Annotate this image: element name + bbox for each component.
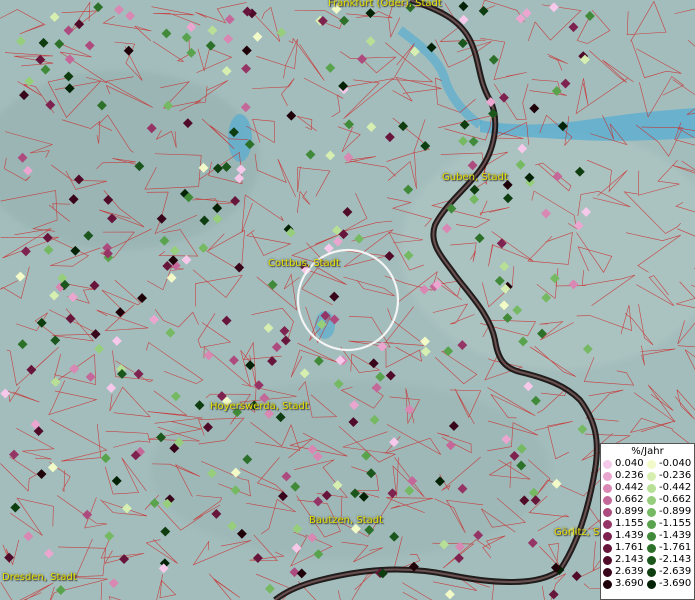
legend-swatch [647, 555, 656, 565]
legend-swatch [647, 471, 656, 481]
legend-value: -0.662 [659, 494, 692, 505]
city-label-frankfurt: Frankfurt (Oder), Stadt [328, 0, 442, 9]
legend-swatch [603, 507, 612, 517]
legend-row-negative: -1.439 [647, 530, 691, 542]
city-label-guben: Guben, Stadt [442, 172, 508, 183]
legend-value: 2.143 [615, 554, 644, 565]
legend-swatch [603, 483, 612, 493]
legend-row-negative: -0.236 [647, 470, 691, 482]
legend-value: 0.442 [615, 482, 644, 493]
legend-value: 1.439 [615, 530, 644, 541]
city-label-dresden: Dresden, Stadt [2, 572, 77, 583]
legend-value: 3.690 [615, 578, 644, 589]
legend-swatch [603, 543, 612, 553]
legend-row-positive: 1.155 [603, 518, 644, 530]
legend-row-negative: -2.639 [647, 566, 691, 578]
legend-value: -1.761 [659, 542, 692, 553]
legend-swatch [647, 507, 656, 517]
legend-swatch [647, 495, 656, 505]
legend-row-negative: -2.143 [647, 554, 691, 566]
city-label-bautzen: Bautzen, Stadt [309, 515, 384, 526]
map-canvas [0, 0, 695, 600]
legend-row-positive: 1.439 [603, 530, 644, 542]
legend-value: -1.155 [659, 518, 692, 529]
legend-value: 1.155 [615, 518, 644, 529]
legend-value: -0.040 [659, 458, 692, 469]
legend-swatch [603, 459, 612, 469]
legend-row-negative: -1.155 [647, 518, 691, 530]
lake-1 [228, 114, 252, 162]
legend-swatch [603, 579, 612, 589]
legend-swatch [603, 567, 612, 577]
legend-value: -0.236 [659, 470, 692, 481]
legend-row-positive: 1.761 [603, 542, 644, 554]
map-view[interactable]: Frankfurt (Oder), Stadt Guben, Stadt Cot… [0, 0, 695, 600]
legend-row-positive: 2.143 [603, 554, 644, 566]
legend-row-positive: 0.236 [603, 470, 644, 482]
legend-swatch [647, 579, 656, 589]
legend-negative-column: -0.040 -0.236 -0.442 -0.662 -0.899 -1.155 -1.4… [647, 458, 691, 590]
legend-swatch [647, 459, 656, 469]
legend: %/Jahr 0.040 0.236 0.442 0.662 0.899 1.155 1.4… [600, 443, 695, 600]
legend-value: 0.040 [615, 458, 644, 469]
legend-value: -2.143 [659, 554, 692, 565]
legend-row-positive: 0.442 [603, 482, 644, 494]
legend-row-negative: -0.662 [647, 494, 691, 506]
legend-title: %/Jahr [631, 446, 664, 457]
legend-swatch [603, 531, 612, 541]
legend-swatch [647, 567, 656, 577]
legend-row-positive: 2.639 [603, 566, 644, 578]
city-label-goerlitz: Görlitz, S [554, 527, 600, 538]
legend-swatch [647, 483, 656, 493]
legend-value: 1.761 [615, 542, 644, 553]
legend-swatch [647, 519, 656, 529]
city-label-hoyerswerda: Hoyerswerda, Stadt [210, 401, 309, 412]
legend-value: -0.442 [659, 482, 692, 493]
legend-row-negative: -0.442 [647, 482, 691, 494]
legend-value: -1.439 [659, 530, 692, 541]
city-label-cottbus: Cottbus, Stadt [268, 258, 340, 269]
legend-row-negative: -0.899 [647, 506, 691, 518]
legend-value: 0.662 [615, 494, 644, 505]
legend-swatch [603, 495, 612, 505]
legend-row-positive: 3.690 [603, 578, 644, 590]
legend-row-positive: 0.899 [603, 506, 644, 518]
legend-value: -2.639 [659, 566, 692, 577]
legend-row-positive: 0.662 [603, 494, 644, 506]
legend-swatch [647, 543, 656, 553]
legend-value: 2.639 [615, 566, 644, 577]
legend-row-negative: -3.690 [647, 578, 691, 590]
legend-row-negative: -0.040 [647, 458, 691, 470]
legend-swatch [603, 471, 612, 481]
legend-row-negative: -1.761 [647, 542, 691, 554]
legend-swatch [603, 519, 612, 529]
legend-positive-column: 0.040 0.236 0.442 0.662 0.899 1.155 1.439 1.761… [603, 458, 644, 590]
legend-value: 0.899 [615, 506, 644, 517]
legend-value: -3.690 [659, 578, 692, 589]
legend-row-positive: 0.040 [603, 458, 644, 470]
legend-swatch [603, 555, 612, 565]
legend-swatch [647, 531, 656, 541]
legend-value: -0.899 [659, 506, 692, 517]
legend-value: 0.236 [615, 470, 644, 481]
